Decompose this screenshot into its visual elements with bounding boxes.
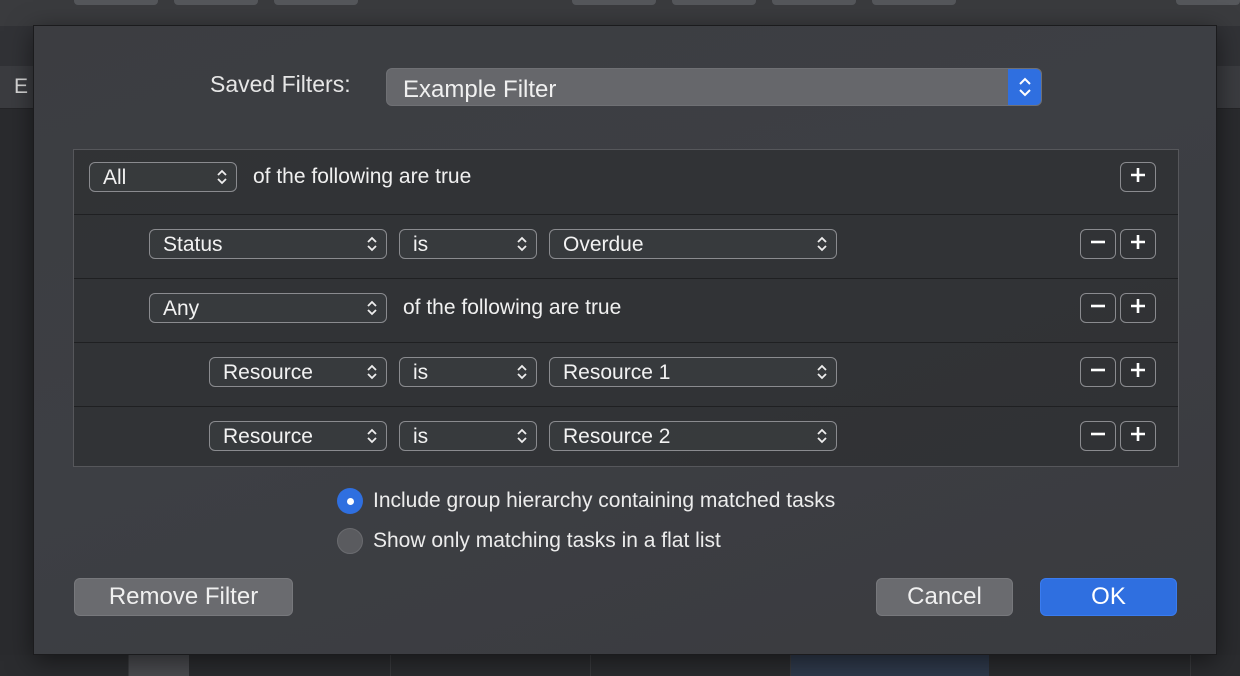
operator-value: is [413, 233, 429, 256]
toolbar-button-partial[interactable] [572, 0, 656, 5]
operator-value: is [413, 425, 429, 448]
background-cell-selected [790, 655, 989, 676]
chevron-updown-icon [366, 363, 378, 386]
background-cut-text: E [14, 75, 29, 98]
chevron-updown-icon [516, 363, 528, 386]
chevron-updown-icon [216, 168, 228, 191]
background-cell-divider [1190, 655, 1191, 676]
add-rule-button[interactable] [1120, 357, 1156, 387]
group-text: of the following are true [253, 165, 472, 188]
field-popup[interactable]: Resource [209, 421, 387, 451]
add-rule-button[interactable] [1120, 293, 1156, 323]
radio-unselected-icon[interactable] [337, 528, 363, 554]
minus-icon [1090, 426, 1106, 447]
quantifier-popup[interactable]: All [89, 162, 237, 192]
option-label: Show only matching tasks in a flat list [373, 529, 721, 552]
cancel-button[interactable]: Cancel [876, 578, 1013, 616]
chevron-updown-icon [816, 363, 828, 386]
value-text: Resource 1 [563, 361, 671, 384]
chevron-updown-icon [816, 235, 828, 258]
minus-icon [1090, 362, 1106, 383]
ok-button[interactable]: OK [1040, 578, 1177, 616]
background-cell-divider [390, 655, 391, 676]
chevron-updown-icon [366, 235, 378, 258]
background-toolbar [0, 0, 1240, 26]
operator-popup[interactable]: is [399, 421, 537, 451]
chevron-updown-icon [366, 299, 378, 322]
chevron-updown-icon [816, 427, 828, 450]
rule-row-group: All of the following are true [74, 150, 1178, 215]
remove-rule-button[interactable] [1080, 293, 1116, 323]
remove-filter-button[interactable]: Remove Filter [74, 578, 293, 616]
add-rule-button[interactable] [1120, 229, 1156, 259]
rule-row-group: Any of the following are true [74, 278, 1178, 343]
value-text: Overdue [563, 233, 644, 256]
toolbar-button-partial[interactable] [772, 0, 856, 5]
saved-filters-select[interactable]: Example Filter [386, 68, 1042, 106]
group-text: of the following are true [403, 296, 622, 319]
toolbar-button-partial[interactable] [174, 0, 258, 5]
value-popup[interactable]: Resource 2 [549, 421, 837, 451]
field-value: Resource [223, 361, 313, 384]
plus-icon [1130, 234, 1146, 255]
option-include-hierarchy[interactable]: Include group hierarchy containing match… [337, 488, 835, 514]
remove-rule-button[interactable] [1080, 357, 1116, 387]
quantifier-value: Any [163, 297, 200, 320]
background-cell-divider [590, 655, 591, 676]
minus-icon [1090, 234, 1106, 255]
toolbar-button-partial[interactable] [672, 0, 756, 5]
plus-icon [1130, 298, 1146, 319]
quantifier-value: All [103, 166, 127, 189]
operator-popup[interactable]: is [399, 357, 537, 387]
filter-sheet: Saved Filters: Example Filter All of the… [33, 25, 1217, 655]
rule-row-condition: Resource is Resource 2 [74, 406, 1178, 470]
toolbar-button-partial[interactable] [1176, 0, 1240, 5]
value-popup[interactable]: Overdue [549, 229, 837, 259]
toolbar-button-partial[interactable] [74, 0, 158, 5]
field-popup[interactable]: Status [149, 229, 387, 259]
operator-value: is [413, 361, 429, 384]
plus-icon [1130, 426, 1146, 447]
chevron-updown-icon [366, 427, 378, 450]
add-rule-button[interactable] [1120, 421, 1156, 451]
option-label: Include group hierarchy containing match… [373, 489, 836, 512]
plus-icon [1130, 167, 1146, 188]
field-value: Resource [223, 425, 313, 448]
rule-row-condition: Resource is Resource 1 [74, 342, 1178, 407]
minus-icon [1090, 298, 1106, 319]
background-cell [128, 655, 189, 676]
value-text: Resource 2 [563, 425, 671, 448]
field-popup[interactable]: Resource [209, 357, 387, 387]
value-popup[interactable]: Resource 1 [549, 357, 837, 387]
plus-icon [1130, 362, 1146, 383]
chevron-updown-icon [516, 427, 528, 450]
saved-filters-value: Example Filter [403, 76, 557, 103]
toolbar-button-partial[interactable] [274, 0, 358, 5]
add-rule-button[interactable] [1120, 162, 1156, 192]
saved-filters-label: Saved Filters: [210, 71, 351, 97]
radio-selected-icon[interactable] [337, 488, 363, 514]
rule-editor: All of the following are true Status is … [73, 149, 1179, 467]
chevron-updown-icon[interactable] [1008, 69, 1041, 105]
field-value: Status [163, 233, 223, 256]
rule-row-condition: Status is Overdue [74, 214, 1178, 279]
toolbar-button-partial[interactable] [872, 0, 956, 5]
chevron-updown-icon [516, 235, 528, 258]
quantifier-popup[interactable]: Any [149, 293, 387, 323]
option-flat-list[interactable]: Show only matching tasks in a flat list [337, 528, 721, 554]
operator-popup[interactable]: is [399, 229, 537, 259]
remove-rule-button[interactable] [1080, 421, 1116, 451]
remove-rule-button[interactable] [1080, 229, 1116, 259]
